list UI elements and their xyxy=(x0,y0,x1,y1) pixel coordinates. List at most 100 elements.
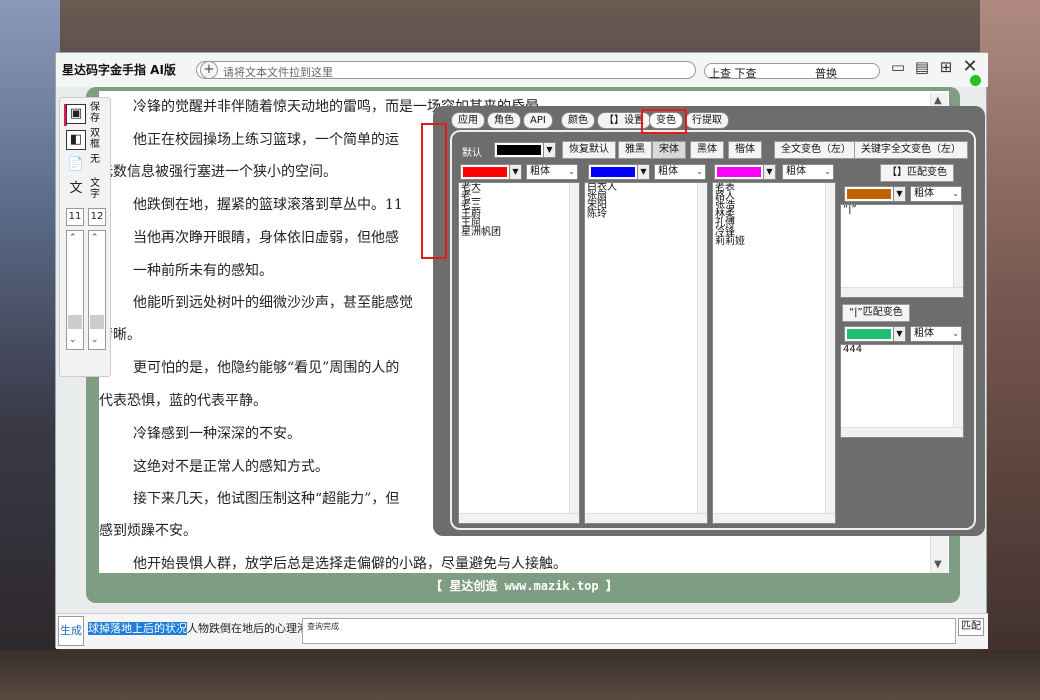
dropdown-arrow-icon: ▼ xyxy=(893,187,905,201)
color-swatch xyxy=(847,329,891,339)
scrollbar[interactable] xyxy=(825,183,835,523)
color-swatch xyxy=(847,189,891,199)
slider-a[interactable]: ⌃ ⌄ xyxy=(66,230,84,350)
reader-line: 代表恐惧，蓝的代表平静。 xyxy=(99,393,267,409)
slider-thumb[interactable] xyxy=(90,315,104,329)
red-keyword-list[interactable]: 老大 老二 老三 王蔚 王屈 星洲帆团 xyxy=(458,182,580,524)
scrollbar[interactable] xyxy=(841,427,963,437)
scrollbar[interactable] xyxy=(953,205,963,297)
text-icon: 文 xyxy=(69,181,83,196)
blue-keyword-list[interactable]: 白衣人 张扇 宋阳 陈玲 xyxy=(584,182,708,524)
blue-font-select[interactable]: 粗体 ⌄ xyxy=(654,164,706,180)
brown-color-select[interactable]: ▼ xyxy=(844,186,906,202)
quote-match-button[interactable]: “|”匹配变色 xyxy=(842,304,910,322)
settings-panel: 应用 角色 API 颜色 【】设置 变色 行提取 默认 ▼ 恢复默认 雅黑 宋体… xyxy=(433,106,985,536)
red-color-select[interactable]: ▼ xyxy=(460,164,522,180)
magenta-font-select[interactable]: 粗体 ⌄ xyxy=(782,164,834,180)
reader-line: 接下来几天，他试图压制这种“超能力”，但 xyxy=(133,491,400,507)
dropdown-arrow-icon: ▼ xyxy=(509,165,521,179)
font-size-a[interactable]: 11 xyxy=(66,208,84,226)
font-kaiti-button[interactable]: 楷体 xyxy=(728,141,762,159)
tab-line-extract[interactable]: 行提取 xyxy=(685,112,729,129)
reader-line: 他跌倒在地，握紧的篮球滚落到草丛中。11 xyxy=(133,197,403,213)
restore-default-button[interactable]: 恢复默认 xyxy=(562,141,616,159)
scrollbar[interactable] xyxy=(569,183,579,523)
default-label: 默认 xyxy=(462,148,482,159)
ticker-text[interactable]: 人物跌倒在地后的心理港 xyxy=(187,622,308,635)
notes-icon[interactable]: ▤ xyxy=(912,57,932,77)
save-label: 保存 xyxy=(90,102,100,124)
tab-api[interactable]: API xyxy=(523,112,553,129)
magenta-keyword-list[interactable]: 老表 路人 张浩 林柔 孔傅 冷锋 莉莉娅 xyxy=(712,182,836,524)
footer-credit: 【 星达创造 www.mazik.top 】 xyxy=(430,579,618,593)
slider-thumb[interactable] xyxy=(68,315,82,329)
default-color-select[interactable]: ▼ xyxy=(494,142,556,158)
scrollbar[interactable] xyxy=(841,287,963,297)
font-size-b[interactable]: 12 xyxy=(88,208,106,226)
bottom-bar: 生成 球掉落地上后的状况人物跌倒在地后的心理港 查询完成 匹配 xyxy=(56,613,988,649)
keyword-full-recolor-button[interactable]: 关键字全文变色（左） xyxy=(854,141,968,159)
file-drop-box[interactable]: + 请将文本文件拉到这里 xyxy=(196,61,696,79)
match-button[interactable]: 匹配 xyxy=(958,618,984,636)
font-songti-button[interactable]: 宋体 xyxy=(652,141,686,159)
list-item[interactable]: “|” xyxy=(841,205,963,215)
search-up-down-label[interactable]: 上查 下查 xyxy=(709,65,757,81)
brown-font-select[interactable]: 粗体 ⌄ xyxy=(910,186,962,202)
blue-color-select[interactable]: ▼ xyxy=(588,164,650,180)
layout-icon[interactable]: ⊞ xyxy=(936,57,956,77)
scrollbar[interactable] xyxy=(697,183,707,523)
file-drop-placeholder: 请将文本文件拉到这里 xyxy=(223,66,333,79)
font-heiti-button[interactable]: 黑体 xyxy=(690,141,724,159)
text-label: 文字 xyxy=(90,178,100,200)
slider-b[interactable]: ⌃ ⌄ xyxy=(88,230,106,350)
scrollbar[interactable] xyxy=(459,513,579,523)
reader-line: 冷锋感到一种深深的不安。 xyxy=(133,426,301,442)
red-font-select[interactable]: 粗体 ⌄ xyxy=(526,164,578,180)
color-swatch xyxy=(497,145,541,155)
tab-colors[interactable]: 颜色 xyxy=(561,112,595,129)
quote-keyword-list[interactable]: “|” xyxy=(840,204,964,298)
scrollbar[interactable] xyxy=(585,513,707,523)
text-button[interactable]: 文 文字 xyxy=(64,178,108,204)
scroll-up-icon[interactable]: ▲ xyxy=(934,95,942,106)
background-left xyxy=(0,0,60,700)
list-item[interactable]: 莉莉娅 xyxy=(713,237,835,247)
tab-apply[interactable]: 应用 xyxy=(451,112,485,129)
ticker-selected[interactable]: 球掉落地上后的状况 xyxy=(88,622,187,635)
add-file-button[interactable]: + xyxy=(200,61,218,79)
list-item[interactable]: 星洲帆团 xyxy=(459,228,579,238)
chevron-up-icon[interactable]: ⌃ xyxy=(91,233,99,243)
tab-roles[interactable]: 角色 xyxy=(487,112,521,129)
save-button[interactable]: ▣ 保存 xyxy=(64,102,108,128)
none-label: 无 xyxy=(90,154,100,165)
suggestion-ticker[interactable]: 球掉落地上后的状况人物跌倒在地后的心理港 xyxy=(88,620,308,636)
scroll-down-icon[interactable]: ▼ xyxy=(934,559,942,570)
minimize-icon[interactable]: ▭ xyxy=(888,57,908,77)
background-right xyxy=(980,0,1040,700)
list-item[interactable]: 444 xyxy=(841,345,963,355)
green-color-select[interactable]: ▼ xyxy=(844,326,906,342)
font-yahei-button[interactable]: 雅黑 xyxy=(618,141,652,159)
chevron-down-icon[interactable]: ⌄ xyxy=(69,335,77,345)
reader-line: 当他再次睁开眼睛，身体依旧虚弱，但他感 xyxy=(133,230,399,246)
chevron-down-icon[interactable]: ⌄ xyxy=(91,335,99,345)
list-item[interactable]: 陈玲 xyxy=(585,210,707,220)
left-toolbar: ▣ 保存 ◧ 双框 📄 无 文 文字 11 12 ⌃ ⌄ ⌃ ⌄ xyxy=(59,97,111,377)
recolor-pane: 默认 ▼ 恢复默认 雅黑 宋体 黑体 楷体 全文变色（左） 关键字全文变色（左）… xyxy=(450,130,976,530)
full-recolor-left-button[interactable]: 全文变色（左） xyxy=(774,141,858,159)
close-icon[interactable]: ✕ xyxy=(960,57,980,77)
bracket-match-button[interactable]: 【】匹配变色 xyxy=(880,164,954,182)
scrollbar[interactable] xyxy=(713,513,835,523)
reader-line: 他正在校园操场上练习篮球，一个简单的运 xyxy=(133,132,399,148)
green-font-select[interactable]: 粗体 ⌄ xyxy=(910,326,962,342)
green-keyword-list[interactable]: 444 xyxy=(840,344,964,438)
document-icon: 📄 xyxy=(67,157,85,172)
none-button[interactable]: 📄 无 xyxy=(64,154,108,180)
dual-pane-button[interactable]: ◧ 双框 xyxy=(64,128,108,154)
search-box[interactable]: 上查 下查 普换 xyxy=(704,63,880,81)
generate-button[interactable]: 生成 xyxy=(58,616,84,646)
magenta-color-select[interactable]: ▼ xyxy=(714,164,776,180)
scrollbar[interactable] xyxy=(953,345,963,437)
chevron-up-icon[interactable]: ⌃ xyxy=(69,233,77,243)
replace-label[interactable]: 普换 xyxy=(815,65,837,81)
